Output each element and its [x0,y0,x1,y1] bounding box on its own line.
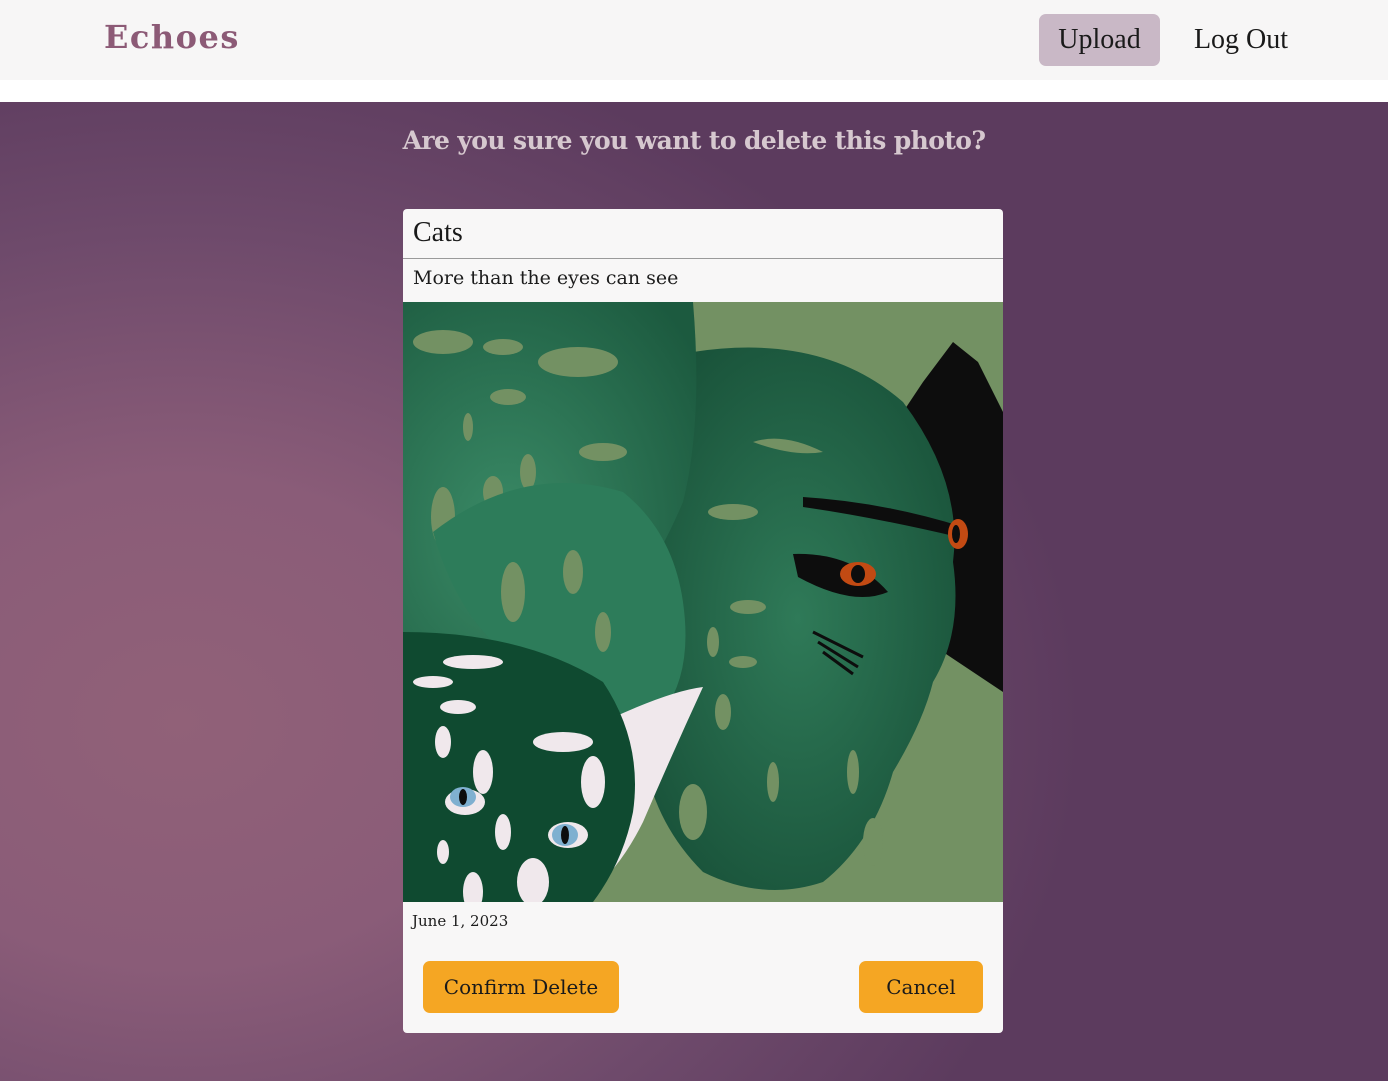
cancel-button[interactable]: Cancel [859,961,983,1013]
upload-button[interactable]: Upload [1039,14,1160,66]
confirm-delete-button[interactable]: Confirm Delete [423,961,619,1013]
brand-logo[interactable]: Echoes [104,18,240,56]
photo-card: Cats More than the eyes can see June 1, … [403,209,1003,1033]
delete-confirm-heading: Are you sure you want to delete this pho… [402,126,986,155]
photo-title: Cats [413,217,463,248]
logout-button[interactable]: Log Out [1178,14,1304,66]
photo-description: More than the eyes can see [413,267,679,289]
divider [403,258,1003,259]
photo-date: June 1, 2023 [412,912,509,930]
navbar: Echoes Upload Log Out [0,0,1388,80]
photo-image [403,302,1003,902]
